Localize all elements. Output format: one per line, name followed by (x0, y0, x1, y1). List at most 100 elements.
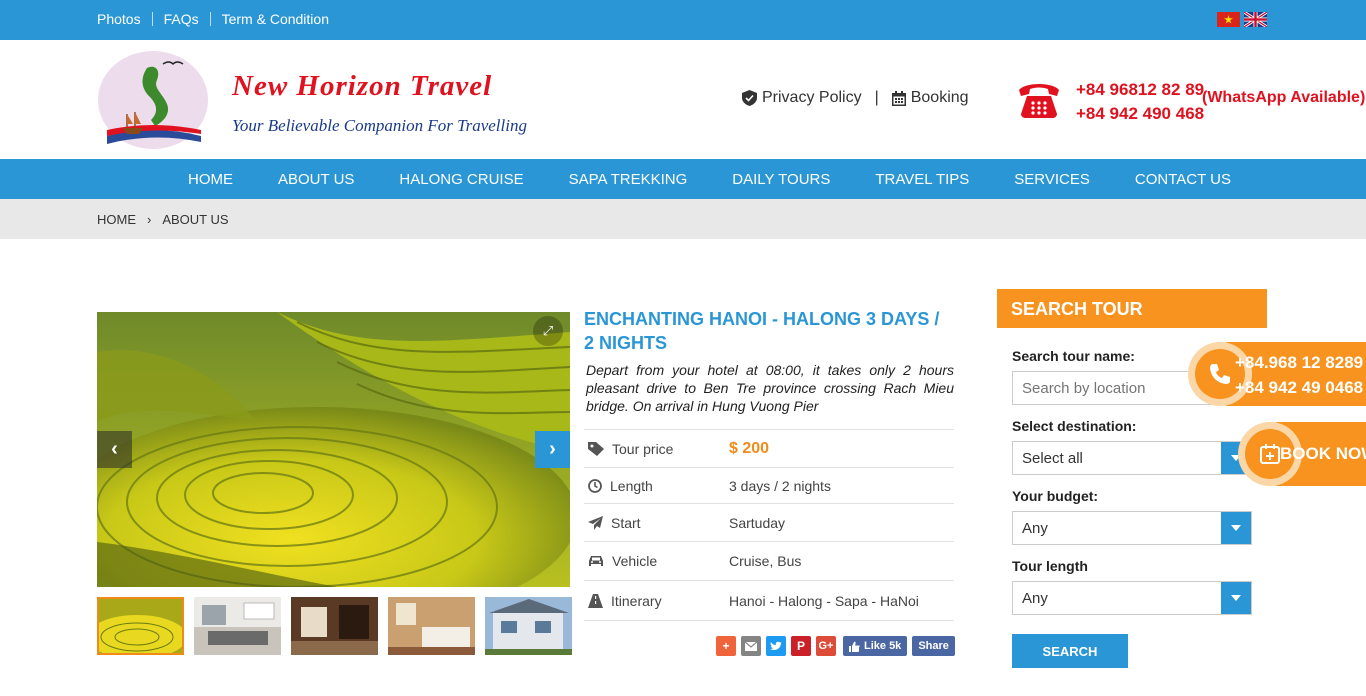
search-button[interactable]: SEARCH (1012, 634, 1128, 668)
nav-item-sapa-trekking[interactable]: SAPA TREKKING (569, 171, 688, 188)
floating-phone-2[interactable]: +84 942 49 0468 (1235, 375, 1363, 400)
booking-link[interactable]: Booking (891, 89, 969, 107)
main-nav: HOME ABOUT US HALONG CRUISE SAPA TREKKIN… (0, 159, 1366, 199)
top-links: Photos FAQs Term & Condition (97, 11, 329, 27)
clock-icon (588, 478, 602, 493)
breadcrumb-home[interactable]: HOME (97, 212, 136, 227)
privacy-policy-label: Privacy Policy (762, 89, 862, 106)
tour-itinerary-value: Hanoi - Halong - Sapa - HaNoi (729, 592, 919, 609)
detail-row-itinerary: Itinerary Hanoi - Halong - Sapa - HaNoi (584, 580, 954, 621)
booking-label: Booking (910, 89, 969, 106)
detail-label: Start (611, 514, 641, 531)
tour-length-value: 3 days / 2 nights (729, 477, 831, 494)
uk-flag-icon[interactable] (1244, 12, 1267, 27)
tag-icon (588, 441, 604, 456)
email-icon[interactable] (741, 636, 761, 656)
budget-value: Any (1022, 520, 1048, 537)
nav-item-home[interactable]: HOME (188, 171, 233, 188)
fullscreen-icon[interactable]: ⤢ (533, 316, 563, 346)
detail-label: Length (610, 477, 653, 494)
whatsapp-note: (WhatsApp Available) (1202, 89, 1366, 106)
shield-icon (742, 90, 757, 106)
detail-row-length: Length 3 days / 2 nights (584, 467, 954, 503)
top-link-photos[interactable]: Photos (97, 11, 141, 27)
chevron-down-icon (1221, 582, 1251, 614)
chevron-right-icon: › (147, 212, 152, 227)
gallery-next-button[interactable]: › (535, 431, 570, 468)
calendar-icon (891, 90, 906, 106)
addthis-plus-icon[interactable]: + (716, 636, 736, 656)
thumbnail-5[interactable] (485, 597, 572, 655)
floating-call-widget[interactable]: +84.968 12 8289 +84 942 49 0468 (1188, 342, 1366, 406)
floating-phone-numbers: +84.968 12 8289 +84 942 49 0468 (1235, 350, 1363, 400)
top-link-faqs[interactable]: FAQs (164, 11, 199, 27)
tour-title: ENCHANTING HANOI - HALONG 3 DAYS / 2 NIG… (584, 309, 940, 353)
detail-label: Vehicle (612, 553, 658, 569)
book-now-label: BOOK NOW (1280, 444, 1366, 463)
pinterest-icon[interactable]: P (791, 636, 811, 656)
thumbnail-4[interactable] (388, 597, 475, 655)
header-links: Privacy Policy | Booking (742, 89, 969, 107)
car-icon (589, 556, 603, 566)
facebook-share-button[interactable]: Share (912, 636, 955, 656)
top-link-terms[interactable]: Term & Condition (222, 11, 329, 27)
hotline-1[interactable]: +84 96812 82 89 (1076, 78, 1204, 102)
divider (209, 12, 211, 26)
floating-book-now-button[interactable]: BOOK NOW (1238, 422, 1366, 486)
tour-main-photo[interactable] (97, 312, 570, 587)
length-select[interactable]: Any (1012, 581, 1252, 615)
floating-phone-1[interactable]: +84.968 12 8289 (1235, 350, 1363, 375)
thumbnail-2[interactable] (194, 597, 281, 655)
nav-item-daily-tours[interactable]: DAILY TOURS (732, 171, 830, 188)
nav-item-halong-cruise[interactable]: HALONG CRUISE (399, 171, 523, 188)
telephone-icon (1019, 84, 1059, 118)
brand-name: New Horizon Travel (232, 70, 493, 102)
breadcrumb-current: ABOUT US (162, 212, 229, 227)
nav-item-about-us[interactable]: ABOUT US (278, 171, 354, 188)
chevron-down-icon (1221, 512, 1251, 544)
tour-description: Depart from your hotel at 08:00, it take… (586, 362, 954, 414)
search-tour-heading: SEARCH TOUR (997, 289, 1267, 328)
budget-select[interactable]: Any (1012, 511, 1252, 545)
google-plus-icon[interactable]: G+ (816, 636, 836, 656)
twitter-icon[interactable] (766, 636, 786, 656)
gallery-thumbnails (97, 597, 572, 655)
privacy-policy-link[interactable]: Privacy Policy (742, 89, 862, 107)
divider: | (874, 89, 879, 106)
budget-label: Your budget: (1012, 488, 1099, 504)
vietnam-flag-icon[interactable] (1217, 12, 1240, 27)
thumbs-up-icon (849, 641, 860, 652)
destination-select[interactable]: Select all (1012, 441, 1252, 475)
length-value: Any (1022, 590, 1048, 607)
hotline-2[interactable]: +84 942 490 468 (1076, 102, 1204, 126)
thumbnail-3[interactable] (291, 597, 378, 655)
search-name-label: Search tour name: (1012, 348, 1135, 364)
destination-value: Select all (1022, 450, 1083, 467)
detail-row-start: Start Sartuday (584, 503, 954, 541)
tour-start-value: Sartuday (729, 514, 786, 531)
nav-item-travel-tips[interactable]: TRAVEL TIPS (875, 171, 969, 188)
hotline-numbers: +84 96812 82 89 +84 942 490 468 (1076, 78, 1204, 126)
length-label: Tour length (1012, 558, 1088, 574)
tour-price-value: $ 200 (729, 439, 770, 457)
detail-label: Tour price (612, 440, 674, 457)
gallery-prev-button[interactable]: ‹ (97, 431, 132, 468)
paper-plane-icon (588, 515, 603, 530)
top-bar: Photos FAQs Term & Condition (0, 0, 1366, 40)
breadcrumb: HOME › ABOUT US (97, 212, 229, 227)
road-icon (588, 593, 603, 608)
share-bar: + P G+ Like 5k Share (716, 636, 955, 656)
nav-item-contact-us[interactable]: CONTACT US (1135, 171, 1231, 188)
tour-details-table: Tour price $ 200 Length 3 days / 2 night… (584, 429, 954, 621)
detail-row-vehicle: Vehicle Cruise, Bus (584, 541, 954, 580)
divider (151, 12, 153, 26)
nav-item-services[interactable]: SERVICES (1014, 171, 1090, 188)
language-switcher (1217, 12, 1267, 27)
breadcrumb-bar: HOME › ABOUT US (0, 199, 1366, 239)
site-logo[interactable] (97, 50, 209, 150)
thumbnail-1[interactable] (97, 597, 184, 655)
detail-row-price: Tour price $ 200 (584, 429, 954, 467)
like-label: Like 5k (864, 640, 902, 652)
facebook-like-button[interactable]: Like 5k (843, 636, 908, 656)
destination-label: Select destination: (1012, 418, 1137, 434)
